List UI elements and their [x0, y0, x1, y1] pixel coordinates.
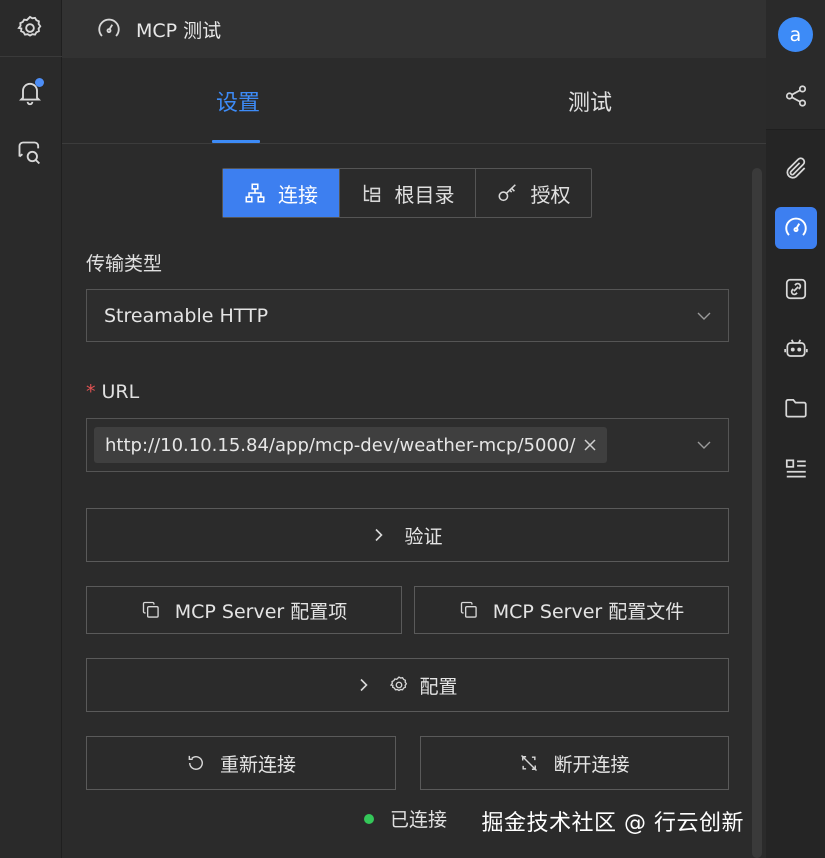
- mcp-test-button[interactable]: [775, 207, 817, 249]
- segment-root-directory[interactable]: 根目录: [340, 169, 476, 217]
- robot-button[interactable]: [775, 328, 817, 370]
- url-select[interactable]: http://10.10.15.84/app/mcp-dev/weather-m…: [86, 418, 729, 472]
- segment-connection-label: 连接: [278, 182, 318, 207]
- right-sidebar-top: a: [766, 0, 825, 130]
- reconnect-button[interactable]: 重新连接: [86, 736, 396, 790]
- segment-connection[interactable]: 连接: [223, 169, 340, 217]
- watermark: 掘金技术社区 @ 行云创新: [481, 811, 744, 836]
- verify-label: 验证: [404, 525, 443, 548]
- tree-icon: [363, 184, 380, 203]
- chevron-down-icon: [697, 312, 711, 320]
- sidebar-divider: [0, 56, 62, 57]
- segment-authorization-label: 授权: [530, 182, 571, 207]
- list-icon: [785, 459, 806, 478]
- tab-settings[interactable]: 设置: [62, 58, 414, 144]
- gear-icon: [17, 15, 42, 37]
- vertical-scrollbar[interactable]: [752, 168, 762, 858]
- config-label: 配置: [419, 675, 458, 698]
- share-button[interactable]: [775, 75, 817, 117]
- copy-icon: [142, 601, 159, 618]
- disconnect-button[interactable]: 断开连接: [420, 736, 729, 790]
- attachment-button[interactable]: [775, 147, 817, 189]
- paperclip-icon: [786, 157, 806, 179]
- active-tab-indicator: [212, 140, 260, 143]
- server-config-file-button[interactable]: MCP Server 配置文件: [414, 586, 729, 634]
- config-button[interactable]: 配置: [86, 658, 729, 712]
- notification-dot: [35, 78, 44, 87]
- left-sidebar: [0, 0, 62, 858]
- url-tag-value: http://10.10.15.84/app/mcp-dev/weather-m…: [105, 434, 576, 456]
- transport-type-label: 传输类型: [86, 253, 163, 275]
- refresh-icon: [188, 755, 203, 770]
- page-title: MCP 测试: [136, 19, 222, 42]
- settings-button[interactable]: [10, 8, 50, 48]
- connection-status: 已连接: [364, 805, 447, 832]
- tab-test-label: 测试: [567, 91, 612, 116]
- key-icon: [498, 184, 516, 202]
- notifications-button[interactable]: [10, 72, 50, 112]
- chevron-right-icon: [375, 528, 384, 542]
- chevron-right-icon: [360, 678, 369, 692]
- settings-panel: 连接 根目录 授权 传输类型 Streamable HTTP * URL htt…: [62, 145, 766, 858]
- status-dot: [364, 813, 374, 824]
- disconnect-label: 断开连接: [553, 753, 630, 776]
- tab-settings-label: 设置: [215, 91, 260, 116]
- tab-test[interactable]: 测试: [414, 58, 766, 144]
- robot-icon: [784, 339, 808, 357]
- server-config-file-label: MCP Server 配置文件: [492, 600, 685, 623]
- status-text: 已连接: [390, 809, 448, 831]
- transport-type-select[interactable]: Streamable HTTP: [86, 289, 729, 342]
- segment-authorization[interactable]: 授权: [476, 169, 591, 217]
- app-window: MCP 测试 设置 测试 连接 根目录 授权 传输类型 Streamable H…: [0, 0, 825, 858]
- required-mark: *: [86, 381, 96, 403]
- reconnect-label: 重新连接: [219, 753, 296, 776]
- segment-root-directory-label: 根目录: [394, 182, 455, 207]
- chevron-down-icon: [697, 441, 711, 449]
- right-sidebar: a: [766, 0, 825, 858]
- disconnect-icon: [521, 754, 538, 772]
- network-icon: [245, 183, 265, 203]
- header-bar: MCP 测试: [62, 0, 766, 58]
- url-tag: http://10.10.15.84/app/mcp-dev/weather-m…: [94, 427, 608, 463]
- gauge-icon: [98, 18, 120, 37]
- chat-search-button[interactable]: [10, 133, 50, 173]
- close-icon[interactable]: [583, 438, 597, 452]
- transport-type-value: Streamable HTTP: [104, 304, 269, 327]
- server-config-item-button[interactable]: MCP Server 配置项: [86, 586, 402, 634]
- server-config-item-label: MCP Server 配置项: [174, 600, 348, 623]
- verify-button[interactable]: 验证: [86, 508, 729, 562]
- gear-icon: [390, 676, 408, 692]
- avatar[interactable]: a: [778, 17, 813, 52]
- main-tabs: 设置 测试: [62, 58, 766, 144]
- copy-icon: [460, 601, 477, 618]
- chat-search-icon: [18, 141, 40, 165]
- list-button[interactable]: [775, 448, 817, 490]
- share-icon: [785, 85, 807, 107]
- folder-button[interactable]: [775, 387, 817, 429]
- settings-segmented-control: 连接 根目录 授权: [222, 168, 592, 218]
- link-button[interactable]: [775, 268, 817, 310]
- url-label: * URL: [86, 381, 139, 403]
- link-icon: [785, 278, 807, 300]
- url-label-text: URL: [101, 381, 140, 403]
- gauge-icon: [785, 217, 807, 236]
- folder-icon: [785, 399, 807, 418]
